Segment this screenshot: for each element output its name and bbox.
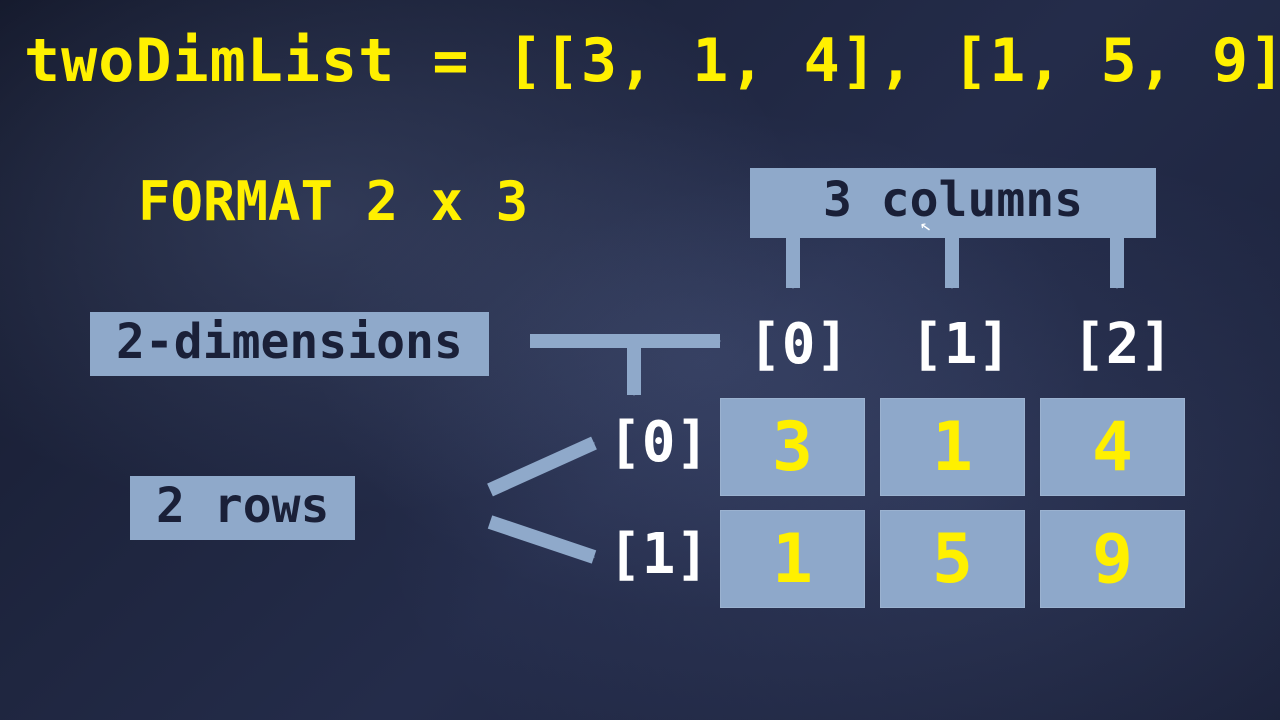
col-index-1: [1] xyxy=(910,312,1011,377)
code-line: twoDimList = [[3, 1, 4], [1, 5, 9]] xyxy=(24,26,1270,96)
cell-1-1: 5 xyxy=(880,510,1025,608)
chip-dimensions: 2-dimensions xyxy=(90,312,489,376)
row-index-0: [0] xyxy=(608,410,709,475)
chip-rows: 2 rows xyxy=(130,476,355,540)
chip-columns: 3 columns xyxy=(750,168,1156,238)
cell-1-2: 9 xyxy=(1040,510,1185,608)
format-label: FORMAT 2 x 3 xyxy=(138,170,528,233)
cell-0-1: 1 xyxy=(880,398,1025,496)
cell-0-0: 3 xyxy=(720,398,865,496)
cell-0-2: 4 xyxy=(1040,398,1185,496)
col-index-0: [0] xyxy=(748,312,849,377)
cell-1-0: 1 xyxy=(720,510,865,608)
row-index-1: [1] xyxy=(608,522,709,587)
col-index-2: [2] xyxy=(1072,312,1173,377)
